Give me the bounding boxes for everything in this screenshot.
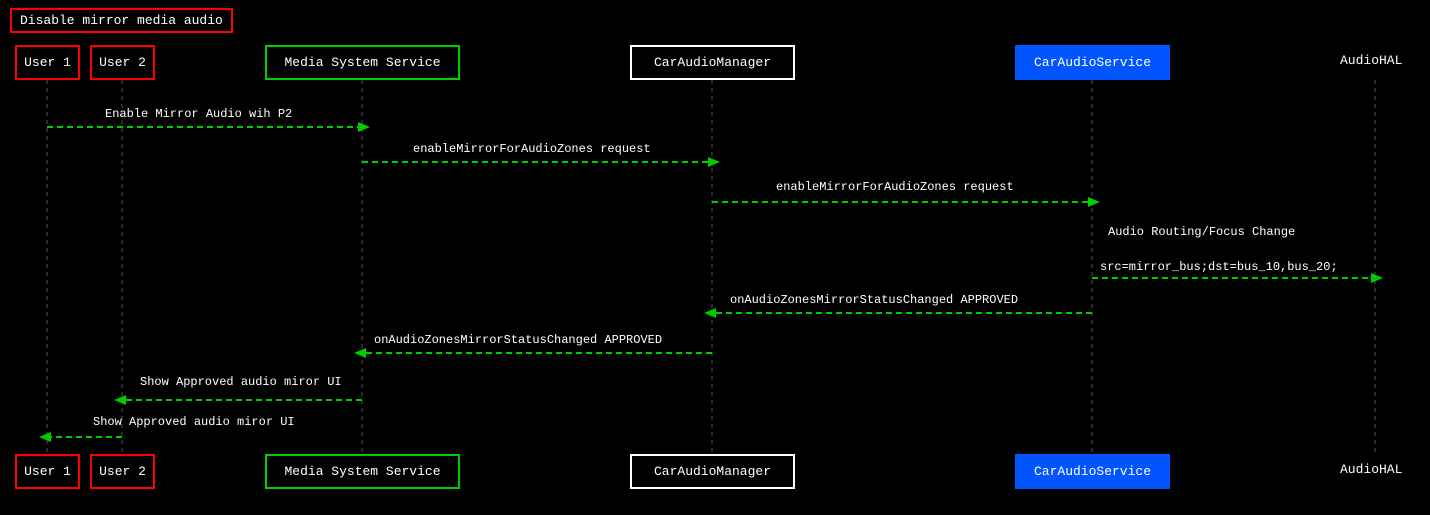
message-5-label: onAudioZonesMirrorStatusChanged APPROVED <box>730 293 1018 307</box>
actor-mss-bottom: Media System Service <box>265 454 460 489</box>
message-3-label: enableMirrorForAudioZones request <box>776 180 1014 194</box>
message-7-label: Show Approved audio miror UI <box>140 375 342 389</box>
message-6-label: onAudioZonesMirrorStatusChanged APPROVED <box>374 333 662 347</box>
message-8-label: Show Approved audio miror UI <box>93 415 295 429</box>
actor-user1-top: User 1 <box>15 45 80 80</box>
actor-hal-bottom: AudioHAL <box>1340 462 1402 477</box>
message-4-sublabel: src=mirror_bus;dst=bus_10,bus_20; <box>1100 260 1338 274</box>
actor-hal-top: AudioHAL <box>1340 53 1402 68</box>
actor-user1-bottom: User 1 <box>15 454 80 489</box>
actor-cam-top: CarAudioManager <box>630 45 795 80</box>
message-2-label: enableMirrorForAudioZones request <box>413 142 651 156</box>
actor-user2-top: User 2 <box>90 45 155 80</box>
actor-user2-bottom: User 2 <box>90 454 155 489</box>
actor-mss-top: Media System Service <box>265 45 460 80</box>
actor-cas-bottom: CarAudioService <box>1015 454 1170 489</box>
diagram-title: Disable mirror media audio <box>10 8 233 33</box>
actor-cam-bottom: CarAudioManager <box>630 454 795 489</box>
message-1-label: Enable Mirror Audio wih P2 <box>105 107 292 121</box>
actor-cas-top: CarAudioService <box>1015 45 1170 80</box>
sequence-diagram: Disable mirror media audio User 1 User 2… <box>0 0 1430 515</box>
message-4-label: Audio Routing/Focus Change <box>1108 225 1295 239</box>
